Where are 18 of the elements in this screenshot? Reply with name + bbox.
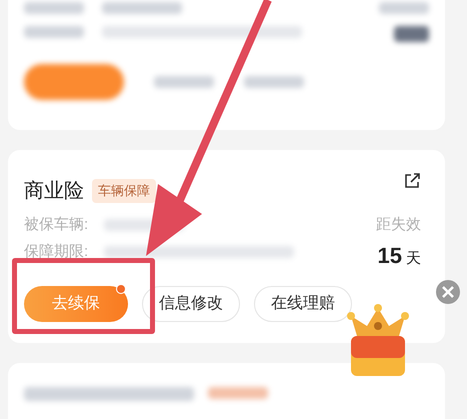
field-label: 保障期限: [24, 242, 88, 262]
field-label: 被保车辆: [24, 215, 88, 235]
blurred-text [379, 2, 429, 14]
close-icon[interactable] [436, 280, 460, 304]
action-button[interactable]: 在线理赔 [254, 286, 352, 322]
expiry-label: 距失效 [376, 215, 421, 235]
expiry-unit: 天 [406, 248, 421, 268]
policy-tag: 车辆保障 [92, 179, 156, 203]
share-icon[interactable] [403, 172, 421, 190]
blurred-text [208, 387, 268, 399]
action-button[interactable]: 信息修改 [142, 286, 240, 322]
blurred-text [394, 26, 429, 42]
policy-title: 商业险 [24, 179, 84, 204]
blurred-text [24, 2, 84, 14]
blurred-text [154, 76, 214, 88]
expiry-days: 15 [378, 238, 402, 272]
blurred-text [24, 26, 84, 38]
blurred-text [244, 76, 304, 88]
